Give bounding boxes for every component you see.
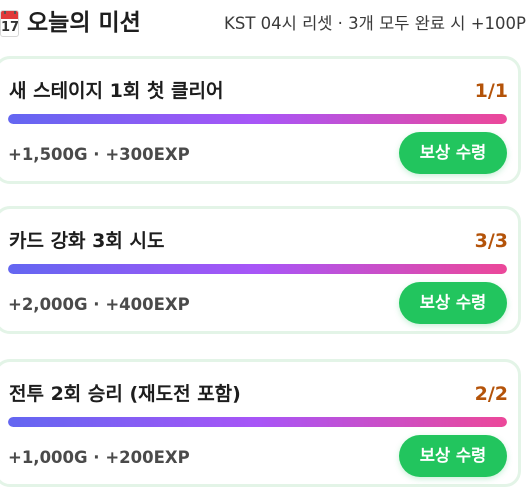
mission-progress-count: 2/2 — [474, 383, 508, 405]
mission-progress-bar — [8, 264, 507, 274]
mission-card: 전투 2회 승리 (재도전 포함) 2/2 +1,000G · +200EXP … — [0, 359, 521, 487]
mission-progress-bar — [8, 417, 507, 427]
mission-reward-text: +1,500G · +300EXP — [8, 145, 190, 164]
mission-progress-fill — [8, 417, 507, 427]
page-title: 오늘의 미션 — [27, 10, 141, 36]
mission-title: 카드 강화 3회 시도 — [9, 230, 165, 252]
reset-info-text: KST 04시 리셋 · 3개 모두 완료 시 +100P — [224, 14, 526, 33]
mission-title: 새 스테이지 1회 첫 클리어 — [9, 80, 224, 102]
mission-card: 새 스테이지 1회 첫 클리어 1/1 +1,500G · +300EXP 보상… — [0, 56, 521, 184]
mission-progress-count: 3/3 — [474, 230, 508, 252]
calendar-icon-day: 17 — [1, 20, 19, 35]
mission-progress-bar — [8, 114, 507, 124]
mission-reward-text: +1,000G · +200EXP — [8, 448, 190, 467]
mission-reward-text: +2,000G · +400EXP — [8, 295, 190, 314]
missions-header: 17 오늘의 미션 KST 04시 리셋 · 3개 모두 완료 시 +100P — [0, 0, 526, 48]
claim-reward-button[interactable]: 보상 수령 — [399, 282, 507, 324]
calendar-icon-rings — [4, 11, 16, 14]
claim-reward-button[interactable]: 보상 수령 — [399, 435, 507, 477]
mission-card: 카드 강화 3회 시도 3/3 +2,000G · +400EXP 보상 수령 — [0, 206, 521, 334]
mission-progress-fill — [8, 114, 507, 124]
mission-progress-fill — [8, 264, 507, 274]
claim-reward-button[interactable]: 보상 수령 — [399, 132, 507, 174]
mission-title: 전투 2회 승리 (재도전 포함) — [9, 383, 241, 405]
calendar-icon: 17 — [0, 10, 19, 37]
mission-progress-count: 1/1 — [474, 80, 508, 102]
